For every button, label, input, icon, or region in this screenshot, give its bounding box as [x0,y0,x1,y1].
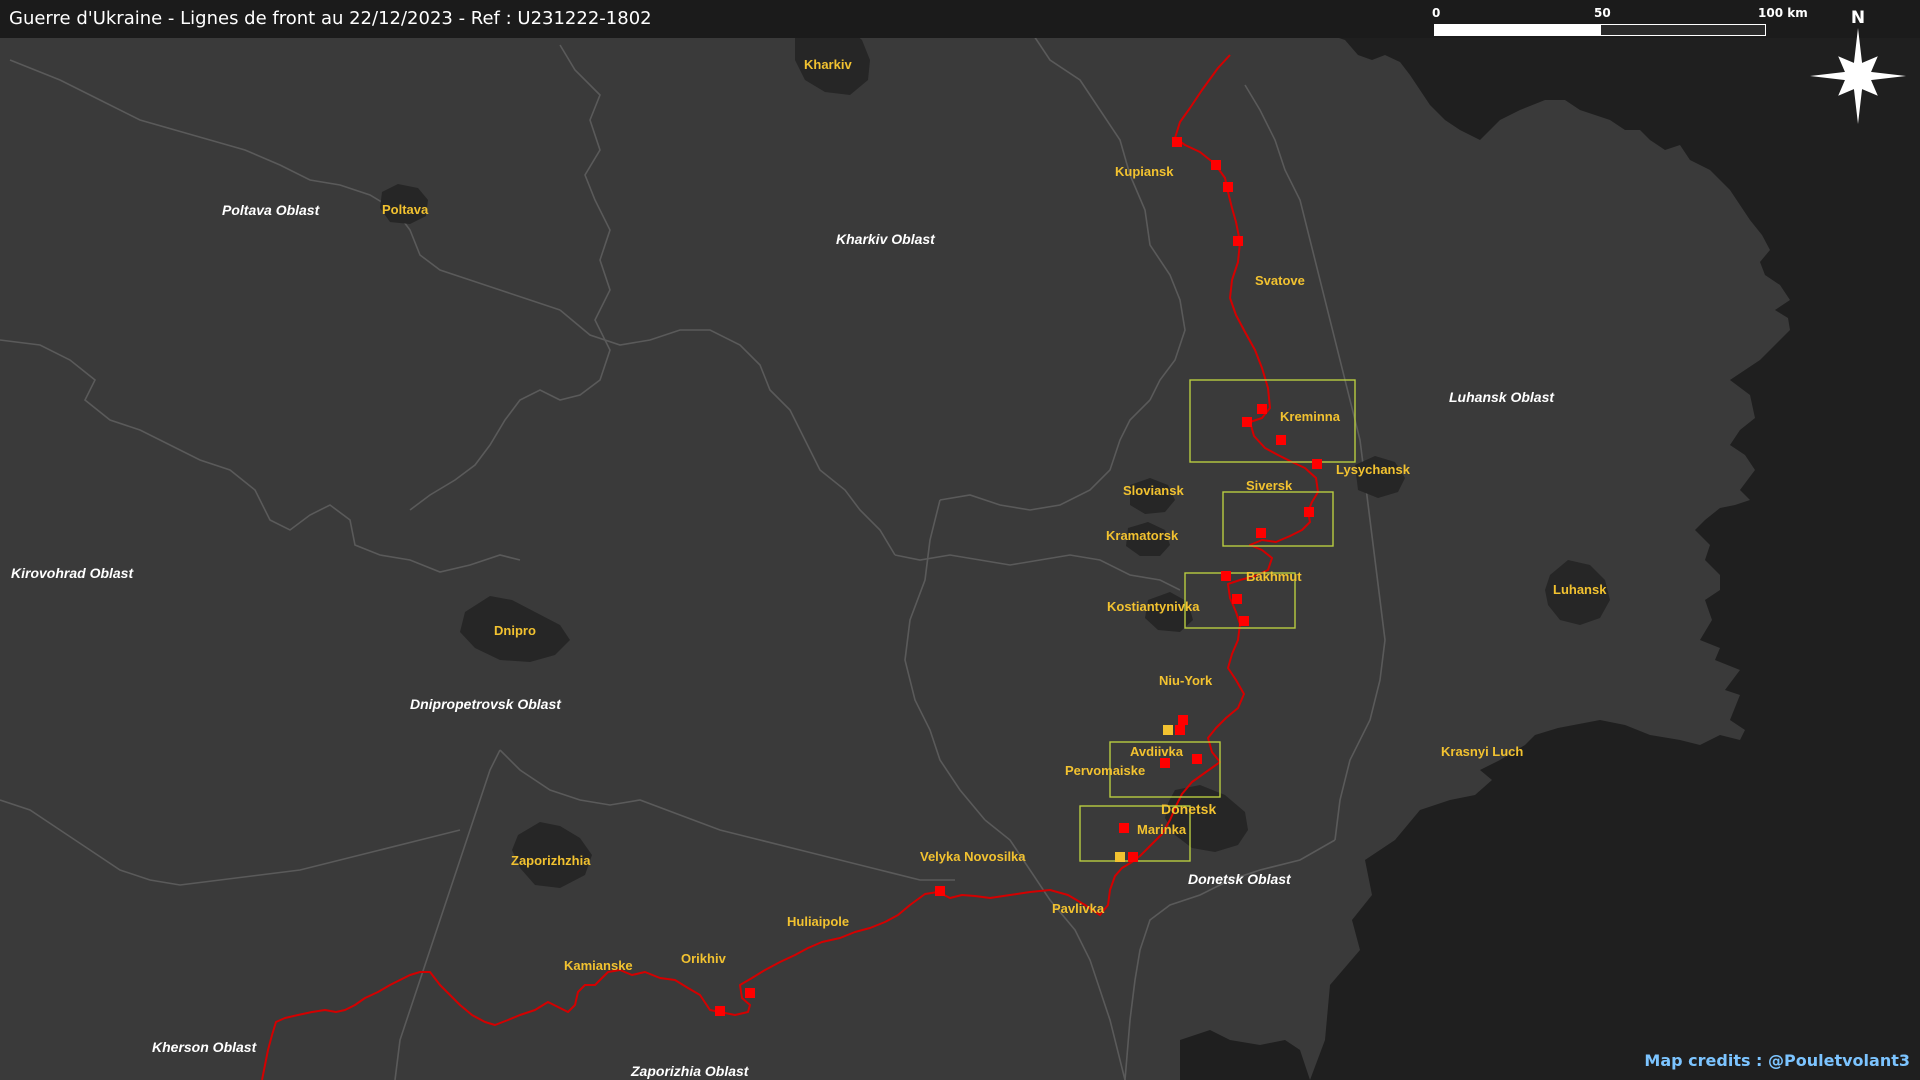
city-label: Kostiantynivka [1107,599,1200,614]
city-label: Siversk [1246,478,1293,493]
oblast-label: Zaporizhia Oblast [630,1063,750,1079]
city-label: Kramatorsk [1106,528,1179,543]
north-label: N [1850,8,1866,28]
north-arrow: N [1808,8,1908,126]
marker[interactable] [1304,507,1314,517]
marker[interactable] [1178,715,1188,725]
city-label: Dnipro [494,623,536,638]
city-label: Marinka [1137,822,1187,837]
marker[interactable] [1192,754,1202,764]
marker[interactable] [1160,758,1170,768]
city-label: Avdiivka [1130,744,1184,759]
marker[interactable] [935,886,945,896]
marker[interactable] [715,1006,725,1016]
marker[interactable] [745,988,755,998]
city-label: Luhansk [1553,582,1607,597]
oblast-label: Luhansk Oblast [1449,389,1555,405]
oblast-label: Dnipropetrovsk Oblast [410,696,562,712]
marker[interactable] [1256,528,1266,538]
marker[interactable] [1172,137,1182,147]
city-label: Bakhmut [1246,569,1302,584]
city-label: Kharkiv [804,57,852,72]
marker[interactable] [1175,725,1185,735]
marker[interactable] [1128,852,1138,862]
scale-bar: 0 50 100 km [1432,6,1808,36]
oblast-label: Donetsk Oblast [1188,871,1292,887]
scale-segment-filled [1434,24,1600,36]
oblast-label: Kherson Oblast [152,1039,258,1055]
marker[interactable] [1232,594,1242,604]
city-label: Velyka Novosilka [920,849,1026,864]
city-label: Zaporizhzhia [511,853,591,868]
city-label: Lysychansk [1336,462,1411,477]
scale-tick-label: 0 [1432,6,1441,20]
marker[interactable] [1223,182,1233,192]
oblast-label: Kirovohrad Oblast [11,565,134,581]
marker[interactable] [1257,404,1267,414]
marker[interactable] [1239,616,1249,626]
marker[interactable] [1276,435,1286,445]
marker[interactable] [1233,236,1243,246]
marker[interactable] [1221,571,1231,581]
marker[interactable] [1312,459,1322,469]
marker[interactable] [1163,725,1173,735]
marker[interactable] [1242,417,1252,427]
map-title: Guerre d'Ukraine - Lignes de front au 22… [9,8,652,29]
marker[interactable] [1211,160,1221,170]
city-label: Donetsk [1161,801,1216,817]
map-canvas[interactable]: Poltava Oblast Kharkiv Oblast Luhansk Ob… [0,0,1920,1080]
city-label: Poltava [382,202,429,217]
oblast-label: Poltava Oblast [222,202,321,218]
marker[interactable] [1119,823,1129,833]
city-label: Pavlivka [1052,901,1105,916]
oblast-label: Kharkiv Oblast [836,231,936,247]
scale-tick-label: 50 [1594,6,1611,20]
city-label: Krasnyi Luch [1441,744,1523,759]
city-label: Huliaipole [787,914,849,929]
city-label: Niu-York [1159,673,1213,688]
map-credits: Map credits : @Pouletvolant3 [1644,1051,1910,1070]
scale-tick-label: 100 km [1758,6,1808,20]
marker[interactable] [1115,852,1125,862]
scale-segment-empty [1600,24,1766,36]
city-label: Kupiansk [1115,164,1174,179]
city-label: Kamianske [564,958,633,973]
city-label: Kreminna [1280,409,1341,424]
compass-star-icon [1810,28,1906,124]
city-label: Pervomaiske [1065,763,1145,778]
city-label: Orikhiv [681,951,727,966]
city-label: Svatove [1255,273,1305,288]
city-label: Sloviansk [1123,483,1184,498]
